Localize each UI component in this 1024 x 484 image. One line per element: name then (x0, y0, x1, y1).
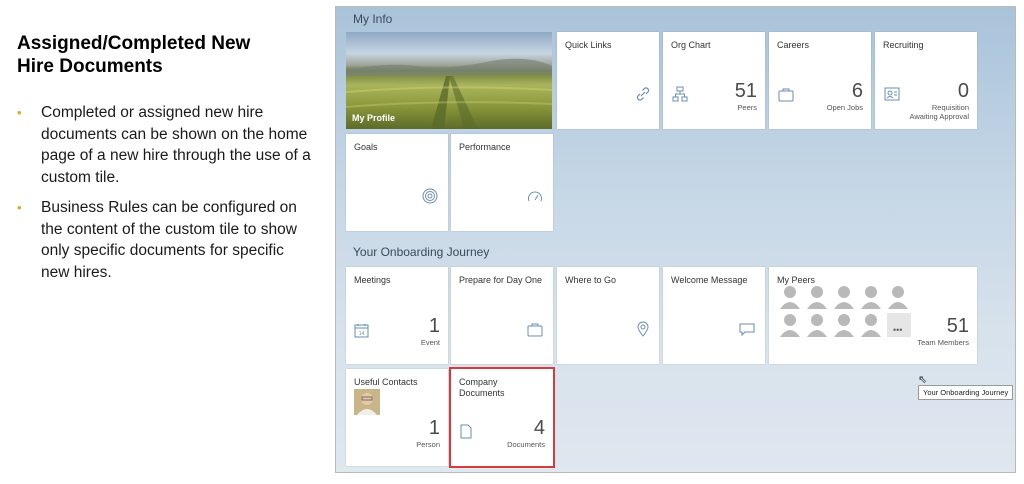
useful-contacts-tile[interactable]: Useful Contacts 1 Person (346, 369, 448, 466)
tile-unit: Documents (507, 440, 545, 449)
tile-value: 0 (957, 80, 969, 102)
my-profile-tile[interactable]: My Profile (346, 32, 552, 129)
message-icon (739, 323, 755, 336)
bullet-dot-icon: • (17, 200, 22, 215)
slide-title: Assigned/Completed New Hire Documents (17, 32, 312, 78)
tile-unit-line1: Requisition (931, 103, 969, 112)
briefcase-icon (527, 323, 543, 337)
contact-avatar (354, 389, 380, 415)
tile-value: 51 (734, 80, 757, 102)
section-title-my-info: My Info (353, 12, 393, 26)
meetings-tile[interactable]: Meetings 14 1 Event (346, 267, 448, 364)
section-title-onboarding: Your Onboarding Journey (353, 245, 490, 259)
tile-title: Quick Links (565, 40, 612, 50)
tile-title: Prepare for Day One (459, 275, 543, 285)
home-page-screenshot: My Info My Profile Quick Links Org Chart (335, 6, 1016, 473)
goals-tile[interactable]: Goals (346, 134, 448, 231)
tooltip: Your Onboarding Journey (918, 385, 1014, 400)
company-documents-tile[interactable]: Company Documents 4 Documents (449, 367, 555, 468)
tile-title: Useful Contacts (354, 377, 418, 387)
tile-title: Welcome Message (671, 275, 748, 285)
tile-value: 4 (533, 417, 545, 439)
bullet-dot-icon: • (17, 105, 22, 120)
tile-title-line2: Documents (459, 388, 505, 398)
document-icon (460, 424, 472, 439)
bullet-item: • Completed or assigned new hire document… (17, 102, 312, 188)
org-chart-icon (672, 86, 688, 102)
target-icon (422, 188, 438, 204)
tile-unit: Requisition Awaiting Approval (910, 103, 969, 121)
tile-unit: Peers (737, 103, 757, 112)
calendar-icon: 14 (354, 324, 369, 338)
tile-value: 51 (946, 315, 969, 337)
tile-title: Org Chart (671, 40, 711, 50)
tile-value: 1 (428, 315, 440, 337)
my-peers-tile[interactable]: My Peers ••• 51 Team Members (769, 267, 977, 364)
briefcase-icon (778, 88, 794, 102)
tile-unit-line2: Awaiting Approval (909, 112, 969, 121)
tile-unit: Team Members (917, 338, 969, 347)
recruiting-icon (884, 87, 900, 101)
tile-title: Company Documents (459, 377, 547, 399)
prepare-for-day-one-tile[interactable]: Prepare for Day One (451, 267, 553, 364)
tile-unit: Event (420, 338, 440, 347)
tile-title: Recruiting (883, 40, 924, 50)
performance-tile[interactable]: Performance (451, 134, 553, 231)
bullet-text: Business Rules can be configured on the … (41, 199, 297, 281)
tile-title-line1: Company (459, 377, 498, 387)
bullet-text: Completed or assigned new hire documents… (41, 104, 311, 186)
tile-title: Where to Go (565, 275, 617, 285)
tile-title: Meetings (354, 275, 391, 285)
link-icon (636, 87, 650, 101)
slide-title-line1: Assigned/Completed New (17, 33, 251, 54)
careers-tile[interactable]: Careers 6 Open Jobs (769, 32, 871, 129)
svg-text:14: 14 (359, 331, 365, 337)
slide-text-panel: Assigned/Completed New Hire Documents • C… (17, 32, 312, 292)
bullet-item: • Business Rules can be configured on the… (17, 197, 312, 283)
tile-value: 1 (428, 417, 440, 439)
tile-unit: Person (416, 440, 440, 449)
welcome-message-tile[interactable]: Welcome Message (663, 267, 765, 364)
recruiting-tile[interactable]: Recruiting 0 Requisition Awaiting Approv… (875, 32, 977, 129)
bullet-list: • Completed or assigned new hire document… (17, 102, 312, 283)
tile-unit: Open Jobs (826, 103, 863, 112)
tile-title: Performance (459, 142, 511, 152)
tile-title: Careers (777, 40, 810, 50)
more-peers-icon[interactable]: ••• (893, 325, 902, 335)
slide-title-line2: Hire Documents (17, 56, 163, 77)
org-chart-tile[interactable]: Org Chart 51 Peers (663, 32, 765, 129)
gauge-icon (528, 191, 542, 202)
tile-value: 6 (851, 80, 863, 102)
quick-links-tile[interactable]: Quick Links (557, 32, 659, 129)
slide: Assigned/Completed New Hire Documents • C… (0, 0, 1024, 484)
where-to-go-tile[interactable]: Where to Go (557, 267, 659, 364)
location-pin-icon (637, 321, 649, 337)
tile-title: Goals (354, 142, 378, 152)
my-profile-label: My Profile (352, 113, 396, 123)
